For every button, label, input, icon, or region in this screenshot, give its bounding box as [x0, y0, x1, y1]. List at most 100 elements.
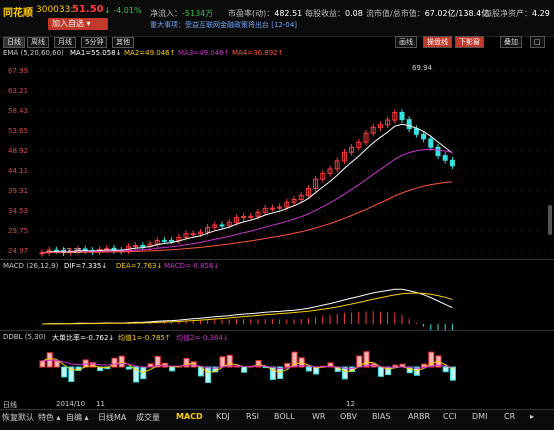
ddbl-bar	[206, 367, 211, 383]
ddbl-bar	[285, 363, 290, 367]
y-tick: 34.53	[8, 207, 28, 215]
y-tick: 24.97	[8, 247, 28, 255]
rsi-tab[interactable]: RSI	[246, 412, 259, 421]
macd-tab[interactable]: MACD	[176, 412, 203, 421]
dea-line	[42, 293, 452, 324]
big-order-label: 大单比率=-0.762↓	[52, 333, 114, 343]
macd-label: MACD (26,12,9)	[3, 262, 58, 270]
net-inflow-value: -5134万	[182, 9, 213, 18]
mcap-value: 67.02亿/138.4亿	[425, 9, 490, 18]
stock-code: 300033:	[36, 5, 73, 15]
avg2-label: 均值2=-0.364↓	[176, 333, 229, 343]
pe-label: 市盈率(动)：	[228, 9, 274, 18]
ddbl-bar	[342, 367, 347, 379]
macd-value-label: MACD=-0.856↓	[164, 262, 219, 270]
ddbl-bar	[83, 360, 88, 367]
date-tick: 11	[96, 400, 105, 408]
more-tabs-icon[interactable]: ▸	[530, 412, 534, 421]
bias-tab[interactable]: BIAS	[372, 412, 390, 421]
ddbl-bar	[443, 367, 448, 372]
nav-label: 每股净资产：	[484, 9, 532, 18]
candle	[220, 225, 224, 226]
dif-label: DIF=7.335↓	[64, 262, 107, 270]
dea-label: DEA=7.763↓	[116, 262, 162, 270]
ddbl-bar	[40, 361, 45, 367]
net-inflow-label: 净流入：	[150, 9, 182, 18]
ddbl-bar	[220, 357, 225, 367]
market-cap: 流市值/总市值：67.02亿/138.4亿	[366, 8, 489, 19]
high-price-marker: 69.94	[412, 64, 432, 72]
restore-default-tab[interactable]: 恢复默认	[2, 412, 34, 423]
y-tick: 63.21	[8, 87, 28, 95]
kdj-tab[interactable]: KDJ	[216, 412, 230, 421]
cci-tab[interactable]: CCI	[443, 412, 457, 421]
candle	[422, 134, 426, 139]
ma1-label: MA1=55.058↓	[70, 49, 122, 57]
candle	[436, 147, 440, 155]
avg1-label: 均值1=-0.785↑	[118, 333, 171, 343]
ddbl-bar	[364, 352, 369, 367]
ddbl-bar	[54, 361, 59, 367]
ddbl-bar	[62, 367, 67, 377]
candle	[400, 112, 404, 119]
ddbl-bar	[141, 367, 146, 379]
wr-tab[interactable]: WR	[312, 412, 325, 421]
stock-change: ↓ -4.01%	[104, 6, 142, 15]
ddbl-bar	[386, 367, 391, 375]
net-asset: 每股净资产：4.29	[484, 8, 550, 19]
ddbl-label: DDBL (5,30)	[3, 333, 46, 341]
news-link[interactable]: 重大事项：受益互联网金融政策将出台 [12-04]	[150, 20, 297, 30]
y-tick: 53.65	[8, 127, 28, 135]
y-tick: 39.31	[8, 187, 28, 195]
ma4-label: MA4=36.892↑	[232, 49, 284, 57]
candle	[414, 129, 418, 135]
ddbl-bar	[378, 367, 383, 376]
macd-svg	[0, 260, 554, 331]
candle	[170, 240, 174, 241]
feature-tab[interactable]: 特色 ▴	[38, 412, 61, 423]
dayline-ma-tab[interactable]: 日线MA	[98, 412, 126, 423]
ma2-label: MA2=49.046↑	[124, 49, 176, 57]
ma3-line	[42, 182, 452, 253]
ddbl-bar	[126, 367, 131, 369]
ma1-line	[42, 124, 452, 253]
ddbl-bar	[170, 367, 175, 371]
date-tick: 12	[346, 400, 355, 408]
dmi-tab[interactable]: DMI	[472, 412, 487, 421]
price-chart[interactable]	[0, 47, 554, 259]
eps-value: 0.08	[345, 9, 363, 18]
candle	[191, 234, 195, 235]
ema-label: EMA (5,20,60,60)	[3, 49, 64, 57]
candle	[54, 250, 58, 251]
y-tick: 29.75	[8, 227, 28, 235]
candle	[429, 139, 433, 147]
stock-price: 51.50	[72, 4, 104, 15]
ma3-label: MA3=49.046↑	[178, 49, 230, 57]
ma2-line	[42, 149, 452, 252]
ddbl-bar	[306, 367, 311, 371]
stock-name[interactable]: 同花顺	[3, 4, 33, 19]
candle	[450, 160, 454, 166]
ddbl-bar	[227, 355, 232, 367]
net-inflow: 净流入：-5134万	[150, 8, 213, 19]
add-to-watchlist-button[interactable]: 加入自选 ▾	[48, 18, 108, 30]
volume-tab[interactable]: 成交量	[136, 412, 160, 423]
low-price-marker: 23.35	[62, 247, 82, 255]
scrollbar[interactable]	[548, 205, 552, 235]
y-tick: 67.99	[8, 67, 28, 75]
arbr-tab[interactable]: ARBR	[408, 412, 430, 421]
candlestick-svg	[0, 47, 554, 259]
candle	[141, 245, 145, 246]
candle	[270, 208, 274, 209]
boll-tab[interactable]: BOLL	[274, 412, 295, 421]
candle	[162, 240, 166, 241]
eps-label: 每股收益：	[305, 9, 345, 18]
custom-tab[interactable]: 自编 ▴	[66, 412, 89, 423]
obv-tab[interactable]: OBV	[340, 412, 357, 421]
ddbl-bar	[242, 367, 247, 372]
y-tick: 48.92	[8, 147, 28, 155]
nav-value: 4.29	[532, 9, 550, 18]
mcap-label: 流市值/总市值：	[366, 9, 425, 18]
cr-tab[interactable]: CR	[504, 412, 515, 421]
dif-line	[42, 289, 452, 324]
